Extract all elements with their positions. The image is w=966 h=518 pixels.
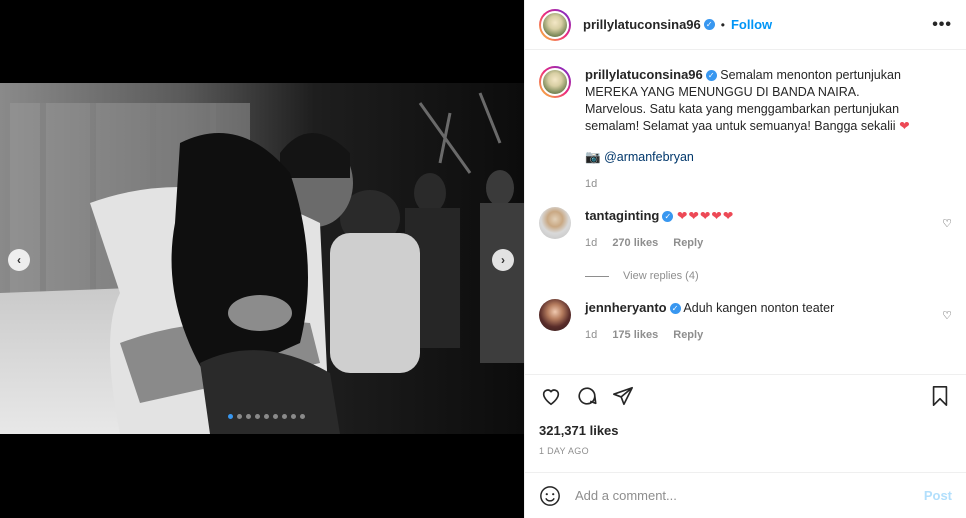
comment-text: ❤❤❤❤❤ bbox=[676, 209, 735, 223]
author-avatar[interactable] bbox=[539, 8, 571, 41]
chevron-left-icon: ‹ bbox=[17, 253, 21, 267]
paper-plane-icon[interactable] bbox=[611, 384, 635, 408]
commenter-avatar[interactable] bbox=[539, 207, 571, 239]
post-photo[interactable] bbox=[0, 83, 524, 434]
photo-hug-image bbox=[0, 83, 524, 434]
verified-icon: ✓ bbox=[669, 303, 681, 315]
comment-time[interactable]: 1d bbox=[585, 237, 597, 249]
view-replies-label: View replies (4) bbox=[623, 270, 699, 282]
add-comment-bar: Post bbox=[525, 472, 966, 518]
post-caption: prillylatuconsina96 ✓ Semalam menonton pe… bbox=[539, 66, 952, 193]
carousel-dot bbox=[291, 414, 296, 419]
post-comment-button[interactable]: Post bbox=[924, 488, 952, 503]
caption-time[interactable]: 1d bbox=[585, 178, 597, 190]
carousel-dot bbox=[237, 414, 242, 419]
comment-likes[interactable]: 270 likes bbox=[612, 237, 658, 249]
camera-emoji-icon: 📷 bbox=[585, 150, 601, 164]
caption-author-avatar[interactable] bbox=[539, 66, 571, 98]
verified-icon: ✓ bbox=[705, 70, 717, 82]
reply-button[interactable]: Reply bbox=[673, 237, 703, 249]
likes-count[interactable]: 321,371 likes bbox=[525, 423, 966, 438]
like-comment-heart-icon[interactable]: ♡ bbox=[942, 309, 952, 322]
commenter-username[interactable]: jennheryanto bbox=[585, 300, 667, 315]
comment-likes[interactable]: 175 likes bbox=[612, 329, 658, 341]
carousel-indicator bbox=[228, 414, 305, 419]
separator-dot: • bbox=[720, 17, 725, 32]
carousel-dot bbox=[264, 414, 269, 419]
comment-input[interactable] bbox=[575, 488, 924, 503]
post-panel: prillylatuconsina96 ✓ • Follow ••• prill… bbox=[524, 0, 966, 518]
view-replies-button[interactable]: View replies (4) bbox=[585, 270, 952, 282]
comment-time[interactable]: 1d bbox=[585, 329, 597, 341]
carousel-dot bbox=[300, 414, 305, 419]
photo-credit-mention[interactable]: @armanfebryan bbox=[604, 150, 694, 164]
follow-button[interactable]: Follow bbox=[731, 17, 772, 32]
more-options-icon[interactable]: ••• bbox=[932, 16, 952, 34]
carousel-next-button[interactable]: › bbox=[492, 249, 514, 271]
post-header: prillylatuconsina96 ✓ • Follow ••• bbox=[525, 0, 966, 50]
author-username[interactable]: prillylatuconsina96 bbox=[583, 17, 701, 32]
comment-text: Aduh kangen nonton teater bbox=[683, 301, 835, 315]
carousel-dot bbox=[255, 414, 260, 419]
smiley-icon[interactable] bbox=[539, 485, 561, 507]
heart-outline-icon[interactable] bbox=[539, 384, 563, 408]
caption-text-line2: Marvelous. Satu kata yang menggambarkan … bbox=[585, 102, 900, 133]
post-media: ‹ › bbox=[0, 0, 524, 518]
commenter-username[interactable]: tantaginting bbox=[585, 208, 659, 223]
comment-item: tantaginting ✓ ❤❤❤❤❤ 1d 270 likes Reply ♡ bbox=[539, 207, 952, 252]
carousel-dot bbox=[246, 414, 251, 419]
chevron-right-icon: › bbox=[501, 253, 505, 267]
caption-username[interactable]: prillylatuconsina96 bbox=[585, 67, 703, 82]
replies-line bbox=[585, 275, 609, 277]
verified-icon: ✓ bbox=[703, 19, 715, 30]
carousel-dot bbox=[282, 414, 287, 419]
commenter-avatar[interactable] bbox=[539, 299, 571, 331]
reply-button[interactable]: Reply bbox=[673, 329, 703, 341]
post-timestamp: 1 DAY AGO bbox=[539, 446, 589, 456]
comments-section: prillylatuconsina96 ✓ Semalam menonton pe… bbox=[525, 50, 966, 375]
comment-bubble-icon[interactable] bbox=[575, 384, 599, 408]
red-heart-emoji: ❤ bbox=[899, 119, 910, 133]
comment-item: jennheryanto ✓ Aduh kangen nonton teater … bbox=[539, 299, 952, 344]
verified-icon: ✓ bbox=[662, 211, 674, 223]
bookmark-icon[interactable] bbox=[928, 384, 952, 408]
like-comment-heart-icon[interactable]: ♡ bbox=[942, 217, 952, 230]
carousel-dot bbox=[228, 414, 233, 419]
carousel-dot bbox=[273, 414, 278, 419]
carousel-prev-button[interactable]: ‹ bbox=[8, 249, 30, 271]
post-actions bbox=[525, 375, 966, 417]
